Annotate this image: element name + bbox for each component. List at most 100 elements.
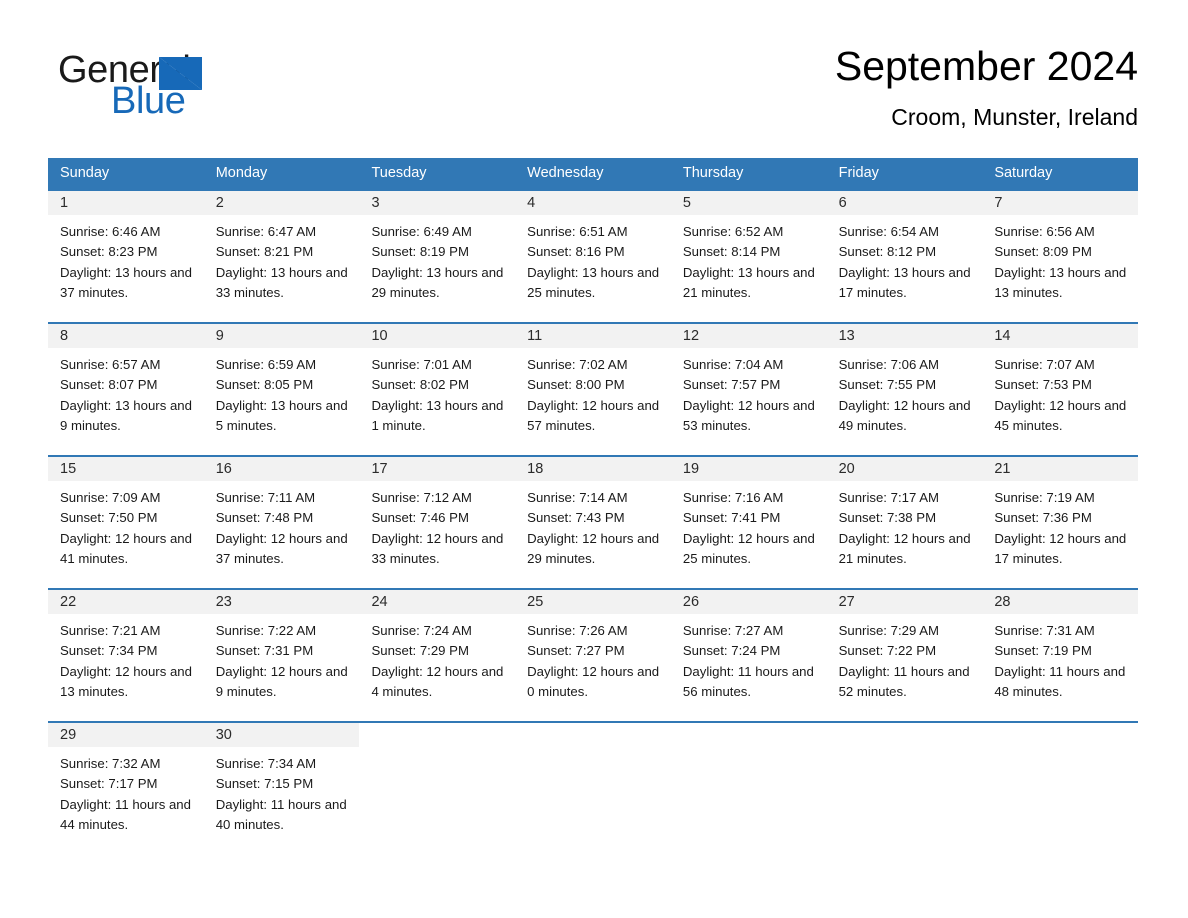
daylight-text: Daylight: 13 hours and 21 minutes. (682, 264, 815, 300)
day-cell[interactable]: 4 Sunrise: 6:51 AM Sunset: 8:16 PM Dayli… (515, 191, 671, 322)
weekday-header-row: Sunday Monday Tuesday Wednesday Thursday… (48, 158, 1138, 189)
day-cell[interactable]: 27 Sunrise: 7:29 AM Sunset: 7:22 PM Dayl… (826, 590, 983, 721)
sunset-text: Sunset: 8:09 PM (994, 244, 1092, 260)
day-cell[interactable]: 14 Sunrise: 7:07 AM Sunset: 7:53 PM Dayl… (982, 324, 1139, 455)
day-info: Sunrise: 6:56 AM Sunset: 8:09 PM Dayligh… (982, 215, 1138, 303)
day-cell[interactable]: 3 Sunrise: 6:49 AM Sunset: 8:19 PM Dayli… (359, 191, 516, 322)
sunrise-text: Sunrise: 6:59 AM (215, 357, 317, 372)
day-cell[interactable]: 13 Sunrise: 7:06 AM Sunset: 7:55 PM Dayl… (826, 324, 983, 455)
day-info: Sunrise: 6:59 AM Sunset: 8:05 PM Dayligh… (204, 348, 360, 436)
day-cell[interactable]: 26 Sunrise: 7:27 AM Sunset: 7:24 PM Dayl… (670, 590, 827, 721)
daylight-text: Daylight: 12 hours and 41 minutes. (60, 530, 192, 566)
day-cell[interactable]: 12 Sunrise: 7:04 AM Sunset: 7:57 PM Dayl… (670, 324, 827, 455)
sunrise-text: Sunrise: 7:01 AM (371, 357, 472, 372)
day-cell[interactable]: 21 Sunrise: 7:19 AM Sunset: 7:36 PM Dayl… (982, 457, 1139, 588)
day-cell[interactable]: 8 Sunrise: 6:57 AM Sunset: 8:07 PM Dayli… (48, 324, 204, 455)
day-cell[interactable]: 28 Sunrise: 7:31 AM Sunset: 7:19 PM Dayl… (982, 590, 1139, 721)
day-cell[interactable]: 2 Sunrise: 6:47 AM Sunset: 8:21 PM Dayli… (203, 191, 360, 322)
day-info: Sunrise: 7:27 AM Sunset: 7:24 PM Dayligh… (671, 614, 827, 702)
sunrise-text: Sunrise: 7:02 AM (527, 357, 628, 372)
day-info: Sunrise: 6:57 AM Sunset: 8:07 PM Dayligh… (48, 348, 204, 436)
day-cell[interactable]: 30 Sunrise: 7:34 AM Sunset: 7:15 PM Dayl… (203, 723, 360, 841)
sunrise-text: Sunrise: 7:06 AM (838, 357, 940, 372)
sunset-text: Sunset: 8:12 PM (838, 244, 937, 260)
day-cell[interactable]: 11 Sunrise: 7:02 AM Sunset: 8:00 PM Dayl… (515, 324, 671, 455)
day-info: Sunrise: 7:21 AM Sunset: 7:34 PM Dayligh… (48, 614, 204, 702)
day-cell[interactable]: 10 Sunrise: 7:01 AM Sunset: 8:02 PM Dayl… (359, 324, 516, 455)
generalblue-logo[interactable]: General Blue (58, 48, 318, 128)
day-number (982, 723, 1139, 747)
day-info: Sunrise: 6:47 AM Sunset: 8:21 PM Dayligh… (204, 215, 360, 303)
sunrise-text: Sunrise: 7:12 AM (371, 490, 472, 505)
daylight-text: Daylight: 12 hours and 9 minutes. (215, 663, 348, 699)
daylight-text: Daylight: 12 hours and 21 minutes. (838, 530, 971, 566)
daylight-text: Daylight: 13 hours and 33 minutes. (215, 264, 348, 300)
sunrise-text: Sunrise: 7:24 AM (371, 623, 472, 638)
day-info: Sunrise: 7:02 AM Sunset: 8:00 PM Dayligh… (515, 348, 671, 436)
day-cell[interactable]: 19 Sunrise: 7:16 AM Sunset: 7:41 PM Dayl… (670, 457, 827, 588)
day-cell[interactable]: 23 Sunrise: 7:22 AM Sunset: 7:31 PM Dayl… (203, 590, 360, 721)
daylight-text: Daylight: 11 hours and 52 minutes. (838, 663, 970, 699)
day-cell[interactable]: 18 Sunrise: 7:14 AM Sunset: 7:43 PM Dayl… (515, 457, 671, 588)
sunrise-text: Sunrise: 7:22 AM (215, 623, 317, 638)
day-cell-empty (826, 723, 983, 841)
sunset-text: Sunset: 7:29 PM (371, 643, 469, 659)
day-cell[interactable]: 1 Sunrise: 6:46 AM Sunset: 8:23 PM Dayli… (48, 191, 204, 322)
day-number: 4 (515, 191, 671, 215)
day-number: 11 (515, 324, 671, 348)
day-number: 17 (359, 457, 516, 481)
daylight-text: Daylight: 12 hours and 0 minutes. (527, 663, 660, 699)
day-cell[interactable]: 17 Sunrise: 7:12 AM Sunset: 7:46 PM Dayl… (359, 457, 516, 588)
day-info: Sunrise: 7:22 AM Sunset: 7:31 PM Dayligh… (204, 614, 360, 702)
day-cell[interactable]: 5 Sunrise: 6:52 AM Sunset: 8:14 PM Dayli… (670, 191, 827, 322)
day-cell[interactable]: 24 Sunrise: 7:24 AM Sunset: 7:29 PM Dayl… (359, 590, 516, 721)
day-number: 7 (982, 191, 1139, 215)
sunset-text: Sunset: 7:34 PM (60, 643, 158, 659)
sunrise-text: Sunrise: 7:04 AM (682, 357, 784, 372)
sunrise-text: Sunrise: 7:32 AM (60, 756, 161, 771)
daylight-text: Daylight: 12 hours and 37 minutes. (215, 530, 348, 566)
day-cell[interactable]: 15 Sunrise: 7:09 AM Sunset: 7:50 PM Dayl… (48, 457, 204, 588)
day-cell[interactable]: 25 Sunrise: 7:26 AM Sunset: 7:27 PM Dayl… (515, 590, 671, 721)
sunset-text: Sunset: 7:19 PM (994, 643, 1092, 659)
day-cell[interactable]: 22 Sunrise: 7:21 AM Sunset: 7:34 PM Dayl… (48, 590, 204, 721)
daylight-text: Daylight: 12 hours and 17 minutes. (994, 530, 1127, 566)
day-cell[interactable]: 29 Sunrise: 7:32 AM Sunset: 7:17 PM Dayl… (48, 723, 204, 841)
daylight-text: Daylight: 12 hours and 45 minutes. (994, 397, 1127, 433)
day-number: 27 (826, 590, 983, 614)
day-cell[interactable]: 20 Sunrise: 7:17 AM Sunset: 7:38 PM Dayl… (826, 457, 983, 588)
day-number (515, 723, 671, 747)
day-info: Sunrise: 7:01 AM Sunset: 8:02 PM Dayligh… (359, 348, 515, 436)
daylight-text: Daylight: 13 hours and 13 minutes. (994, 264, 1127, 300)
daylight-text: Daylight: 13 hours and 5 minutes. (215, 397, 348, 433)
sunset-text: Sunset: 7:53 PM (994, 377, 1092, 393)
sunrise-text: Sunrise: 7:11 AM (215, 490, 316, 505)
day-number: 6 (826, 191, 983, 215)
day-cell[interactable]: 9 Sunrise: 6:59 AM Sunset: 8:05 PM Dayli… (203, 324, 360, 455)
day-cell[interactable]: 7 Sunrise: 6:56 AM Sunset: 8:09 PM Dayli… (982, 191, 1139, 322)
day-cell[interactable]: 6 Sunrise: 6:54 AM Sunset: 8:12 PM Dayli… (826, 191, 983, 322)
day-info: Sunrise: 7:06 AM Sunset: 7:55 PM Dayligh… (827, 348, 983, 436)
sunset-text: Sunset: 8:19 PM (371, 244, 469, 260)
day-cell-empty (670, 723, 827, 841)
day-cell[interactable]: 16 Sunrise: 7:11 AM Sunset: 7:48 PM Dayl… (203, 457, 360, 588)
daylight-text: Daylight: 12 hours and 33 minutes. (371, 530, 504, 566)
sunrise-text: Sunrise: 7:21 AM (60, 623, 161, 638)
daylight-text: Daylight: 13 hours and 17 minutes. (838, 264, 971, 300)
sunrise-text: Sunrise: 7:09 AM (60, 490, 161, 505)
day-number: 13 (826, 324, 983, 348)
day-info: Sunrise: 7:24 AM Sunset: 7:29 PM Dayligh… (359, 614, 515, 702)
day-info: Sunrise: 7:26 AM Sunset: 7:27 PM Dayligh… (515, 614, 671, 702)
day-number: 23 (203, 590, 360, 614)
day-number: 20 (826, 457, 983, 481)
sunset-text: Sunset: 8:23 PM (60, 244, 158, 260)
title-block: September 2024 Croom, Munster, Ireland (835, 40, 1138, 132)
day-number: 21 (982, 457, 1139, 481)
day-cell-empty (359, 723, 516, 841)
sunrise-text: Sunrise: 7:14 AM (527, 490, 628, 505)
day-number: 24 (359, 590, 516, 614)
calendar-page: General Blue September 2024 Croom, Munst… (0, 0, 1188, 918)
sunset-text: Sunset: 8:07 PM (60, 377, 158, 393)
page-subtitle: Croom, Munster, Ireland (891, 104, 1138, 130)
daylight-text: Daylight: 13 hours and 25 minutes. (527, 264, 660, 300)
